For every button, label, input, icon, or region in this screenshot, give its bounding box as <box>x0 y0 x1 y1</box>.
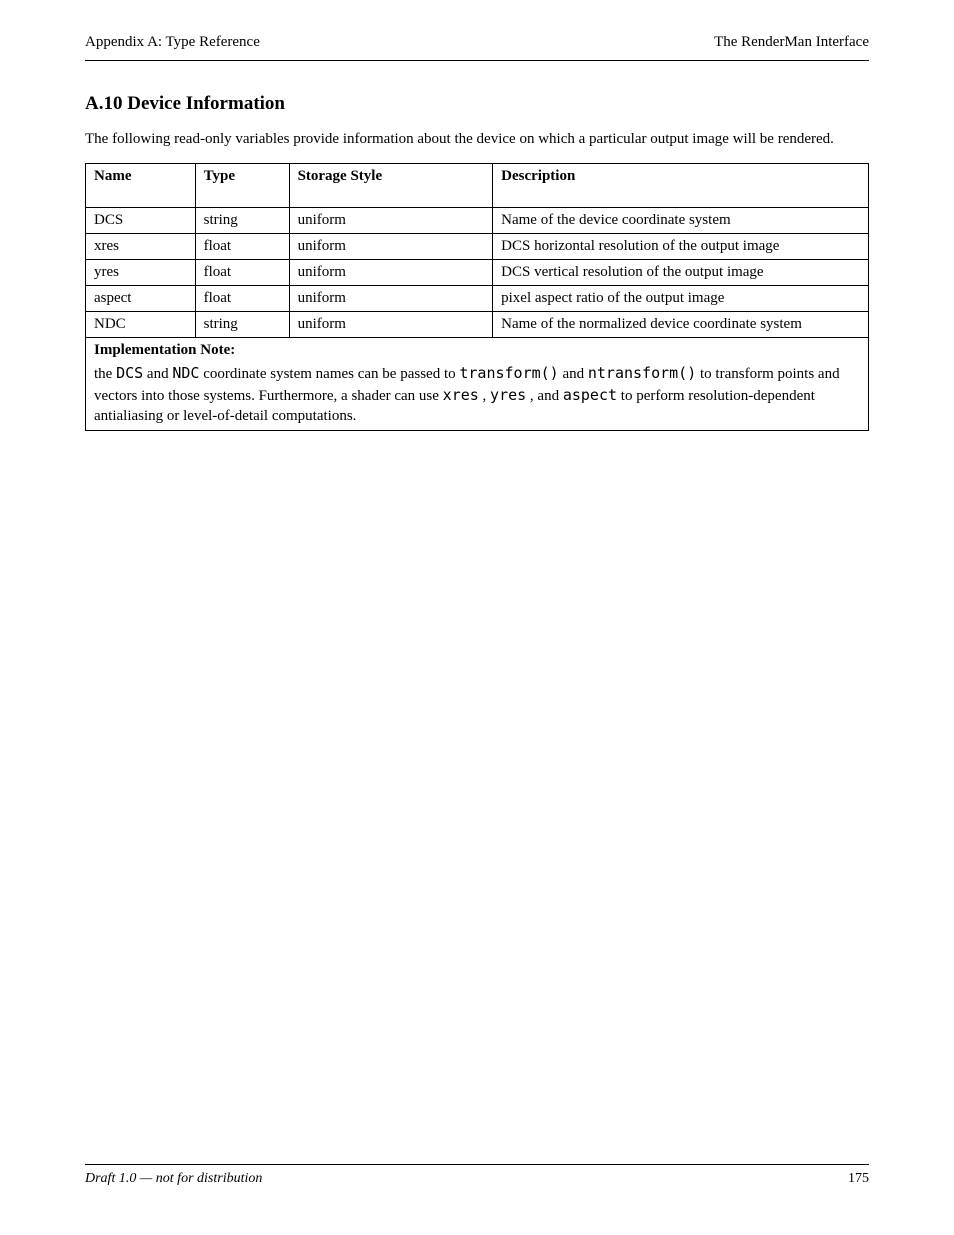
cell-name: aspect <box>86 286 196 312</box>
th-name: Name <box>86 164 196 208</box>
impl-code: transform() <box>459 364 558 382</box>
implementation-note: Implementation Note: the DCS and NDC coo… <box>86 338 869 431</box>
cell-desc: pixel aspect ratio of the output image <box>493 286 869 312</box>
th-style: Storage Style <box>289 164 493 208</box>
page-header: Appendix A: Type Reference The RenderMan… <box>85 34 869 56</box>
table-note-row: Implementation Note: the DCS and NDC coo… <box>86 338 869 431</box>
cell-type: float <box>195 234 289 260</box>
table-header-row: Name Type Storage Style Description <box>86 164 869 208</box>
page-footer: Draft 1.0 — not for distribution 175 <box>85 1171 869 1193</box>
cell-type: float <box>195 286 289 312</box>
impl-text: , <box>483 388 491 404</box>
footer-left: Draft 1.0 — not for distribution <box>85 1171 262 1187</box>
impl-code: xres <box>443 386 479 404</box>
impl-text: the <box>94 366 116 382</box>
cell-type: float <box>195 260 289 286</box>
impl-text: coordinate system names can be passed to <box>203 366 459 382</box>
footer-right: 175 <box>848 1171 869 1187</box>
cell-type: string <box>195 312 289 338</box>
cell-name: yres <box>86 260 196 286</box>
footer-rule <box>85 1164 869 1165</box>
section-title: A.10 Device Information <box>85 93 869 115</box>
cell-desc: Name of the device coordinate system <box>493 208 869 234</box>
cell-name: xres <box>86 234 196 260</box>
th-description: Description <box>493 164 869 208</box>
impl-text: , and <box>530 388 563 404</box>
table-row: NDC string uniform Name of the normalize… <box>86 312 869 338</box>
table-row: aspect float uniform pixel aspect ratio … <box>86 286 869 312</box>
impl-code: NDC <box>172 364 199 382</box>
impl-text: and <box>562 366 587 382</box>
header-rule <box>85 60 869 61</box>
table-row: yres float uniform DCS vertical resoluti… <box>86 260 869 286</box>
cell-desc: DCS horizontal resolution of the output … <box>493 234 869 260</box>
impl-code: yres <box>490 386 526 404</box>
implnote-title: Implementation Note: <box>94 342 860 359</box>
cell-name: NDC <box>86 312 196 338</box>
cell-style: uniform <box>289 260 493 286</box>
table-row: xres float uniform DCS horizontal resolu… <box>86 234 869 260</box>
cell-style: uniform <box>289 312 493 338</box>
cell-style: uniform <box>289 286 493 312</box>
impl-code: DCS <box>116 364 143 382</box>
table-row: DCS string uniform Name of the device co… <box>86 208 869 234</box>
th-type: Type <box>195 164 289 208</box>
device-table: Name Type Storage Style Description DCS … <box>85 163 869 431</box>
header-right: The RenderMan Interface <box>714 34 869 51</box>
impl-code: aspect <box>563 386 617 404</box>
page-content: A.10 Device Information The following re… <box>85 85 869 431</box>
cell-type: string <box>195 208 289 234</box>
impl-code: ntransform() <box>588 364 696 382</box>
cell-desc: DCS vertical resolution of the output im… <box>493 260 869 286</box>
cell-style: uniform <box>289 234 493 260</box>
impl-text: and <box>147 366 172 382</box>
implnote-body: the DCS and NDC coordinate system names … <box>94 363 860 426</box>
section-intro: The following read-only variables provid… <box>85 129 869 149</box>
cell-desc: Name of the normalized device coordinate… <box>493 312 869 338</box>
cell-style: uniform <box>289 208 493 234</box>
header-left: Appendix A: Type Reference <box>85 34 260 51</box>
cell-name: DCS <box>86 208 196 234</box>
